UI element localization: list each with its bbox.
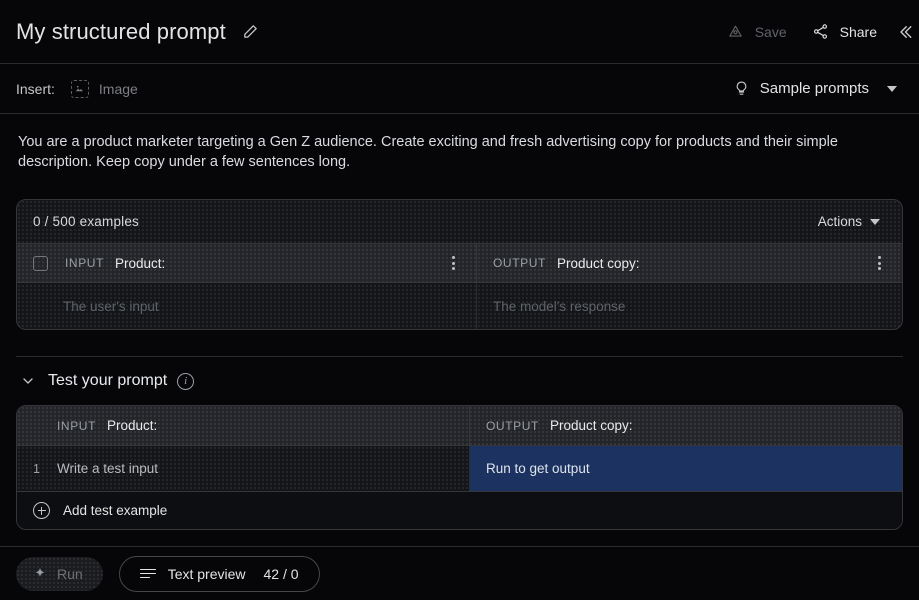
- editor-body: You are a product marketer targeting a G…: [0, 114, 919, 546]
- run-label: Run: [57, 565, 83, 582]
- share-nodes-icon: [811, 22, 831, 42]
- plus-circle-icon: [33, 502, 50, 519]
- test-output-column-header: OUTPUT Product copy:: [470, 406, 902, 445]
- test-section-header: Test your prompt i: [16, 357, 903, 391]
- examples-panel: 0 / 500 examples Actions INPUT Product: …: [16, 199, 903, 330]
- output-tag: OUTPUT: [493, 256, 546, 270]
- test-input-placeholder[interactable]: Write a test input: [57, 461, 158, 476]
- examples-column-header-row: INPUT Product: OUTPUT Product copy:: [17, 244, 902, 283]
- examples-input-placeholder-cell[interactable]: The user's input: [17, 283, 477, 329]
- bottom-toolbar: Run Text preview 42 / 0: [0, 546, 919, 600]
- test-output-cell[interactable]: Run to get output: [470, 446, 902, 491]
- save-button[interactable]: Save: [714, 14, 799, 50]
- token-count: 42 / 0: [263, 565, 299, 582]
- lightbulb-icon: [733, 80, 750, 97]
- system-prompt-text[interactable]: You are a product marketer targeting a G…: [16, 114, 861, 172]
- header-actions: Save Share: [714, 0, 919, 63]
- insert-image-label: Image: [98, 80, 138, 97]
- test-panel: INPUT Product: OUTPUT Product copy: 1 Wr…: [16, 405, 903, 530]
- info-circle-icon[interactable]: i: [177, 372, 195, 390]
- chevron-down-icon[interactable]: [18, 371, 38, 391]
- actions-label: Actions: [817, 214, 862, 229]
- insert-label: Insert:: [16, 80, 55, 97]
- add-test-example-label: Add test example: [63, 503, 168, 518]
- caret-down-icon: [870, 218, 880, 225]
- examples-actions-button[interactable]: Actions: [810, 209, 888, 234]
- examples-placeholder-row: The user's input The model's response: [17, 283, 902, 329]
- share-label: Share: [839, 23, 877, 40]
- page-title: My structured prompt: [16, 18, 226, 44]
- add-test-example-button[interactable]: Add test example: [17, 492, 902, 529]
- text-lines-icon: [139, 568, 156, 579]
- input-column-name: Product:: [107, 418, 158, 433]
- run-button[interactable]: Run: [16, 556, 103, 591]
- sparkle-icon: [32, 566, 48, 582]
- test-section-title: Test your prompt: [48, 372, 168, 389]
- input-tag: INPUT: [65, 256, 104, 270]
- output-column-name: Product copy:: [556, 255, 640, 271]
- save-label: Save: [754, 23, 787, 40]
- app-header: My structured prompt Save Share: [0, 0, 919, 64]
- chevron-left-icon[interactable]: [889, 0, 919, 63]
- examples-output-column-header[interactable]: OUTPUT Product copy:: [477, 244, 902, 282]
- insert-toolbar: Insert: Image Sample prompts: [0, 64, 919, 114]
- text-preview-label: Text preview: [167, 565, 246, 582]
- examples-input-column-header[interactable]: INPUT Product:: [17, 244, 477, 282]
- input-column-menu-icon[interactable]: [444, 253, 462, 273]
- sample-prompts-label: Sample prompts: [759, 80, 869, 97]
- examples-header: 0 / 500 examples Actions: [17, 200, 902, 244]
- input-column-name: Product:: [115, 255, 166, 271]
- caret-down-icon: [887, 85, 897, 92]
- output-column-name: Product copy:: [549, 418, 633, 433]
- drive-triangle-icon: [726, 22, 746, 42]
- sample-prompts-button[interactable]: Sample prompts: [727, 75, 903, 102]
- insert-image-button[interactable]: Image: [69, 76, 140, 102]
- text-preview-button[interactable]: Text preview 42 / 0: [118, 555, 320, 592]
- test-input-cell[interactable]: 1 Write a test input: [17, 446, 470, 491]
- test-row: 1 Write a test input Run to get output: [17, 446, 902, 492]
- test-input-column-header: INPUT Product:: [17, 406, 470, 445]
- output-tag: OUTPUT: [486, 418, 539, 433]
- output-column-menu-icon[interactable]: [870, 253, 888, 273]
- row-number: 1: [33, 461, 40, 476]
- select-all-checkbox[interactable]: [33, 255, 48, 271]
- prompt-editor-app: My structured prompt Save Share Insert: …: [0, 0, 919, 600]
- examples-count: 0 / 500 examples: [33, 214, 140, 229]
- share-button[interactable]: Share: [799, 14, 889, 50]
- test-column-header-row: INPUT Product: OUTPUT Product copy:: [17, 406, 902, 446]
- pencil-icon[interactable]: [240, 21, 262, 43]
- image-icon: [70, 79, 89, 98]
- examples-output-placeholder-cell[interactable]: The model's response: [477, 283, 902, 329]
- input-tag: INPUT: [57, 418, 96, 433]
